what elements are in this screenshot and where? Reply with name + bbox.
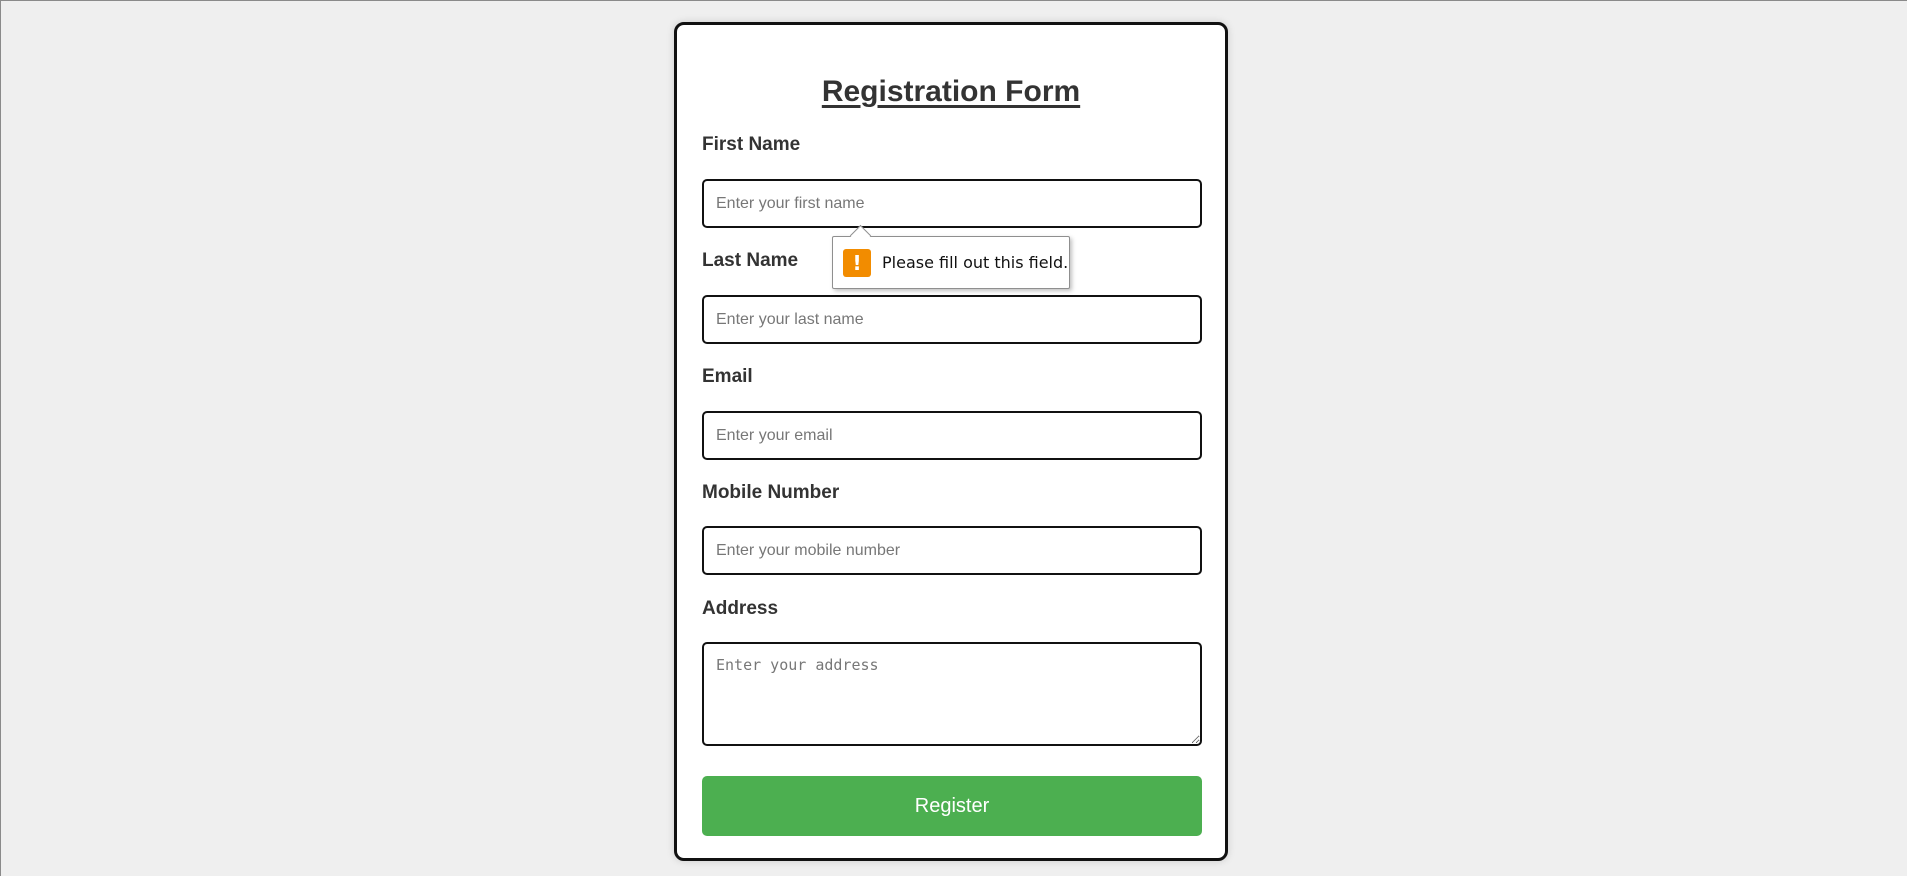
address-label: Address bbox=[702, 598, 779, 619]
address-textarea[interactable] bbox=[702, 642, 1202, 746]
email-input[interactable] bbox=[702, 411, 1202, 460]
validation-tooltip: ! Please fill out this field. bbox=[832, 224, 1070, 289]
first-name-label: First Name bbox=[702, 134, 801, 155]
warning-icon: ! bbox=[843, 248, 871, 277]
last-name-label: Last Name bbox=[702, 250, 799, 271]
form-title: Registration Form bbox=[821, 75, 1081, 108]
validation-message: Please fill out this field. bbox=[882, 253, 1069, 272]
email-label: Email bbox=[702, 366, 753, 387]
register-button[interactable]: Register bbox=[702, 776, 1202, 836]
mobile-number-input[interactable] bbox=[702, 526, 1202, 575]
mobile-number-label: Mobile Number bbox=[702, 482, 840, 503]
first-name-input[interactable] bbox=[702, 179, 1202, 228]
registration-form-card: Registration Form First Name Last Name E… bbox=[674, 22, 1228, 861]
last-name-input[interactable] bbox=[702, 295, 1202, 344]
